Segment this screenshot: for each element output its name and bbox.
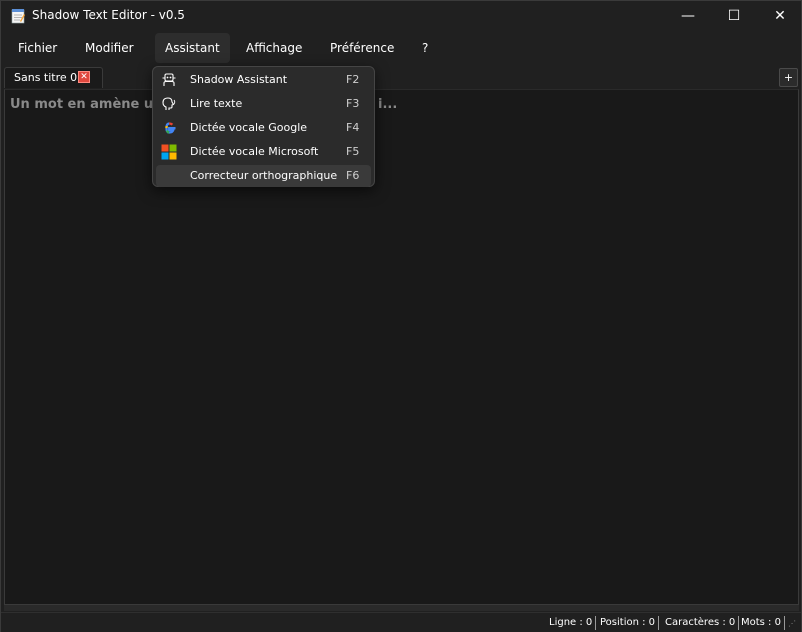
resize-grip-icon[interactable]: ⋰ <box>788 619 796 628</box>
assistant-dropdown-menu: Shadow Assistant F2 Lire texte F3 Dictée… <box>152 66 375 187</box>
menu-bar: Fichier Modifier Assistant Affichage Pré… <box>1 31 801 65</box>
status-characters: Caractères : 0 <box>665 616 740 630</box>
minimize-button[interactable]: — <box>665 1 711 31</box>
robot-icon <box>162 73 176 86</box>
microsoft-icon <box>161 144 177 160</box>
menu-item-shortcut: F5 <box>346 145 360 158</box>
editor-placeholder-tail: i... <box>378 97 398 112</box>
menu-fichier[interactable]: Fichier <box>8 33 67 63</box>
add-tab-button[interactable]: + <box>779 68 798 87</box>
menu-assistant[interactable]: Assistant <box>155 33 230 63</box>
speaking-head-icon <box>162 97 176 110</box>
status-position: Position : 0 <box>600 616 660 630</box>
status-words: Mots : 0 <box>741 616 785 630</box>
menu-help[interactable]: ? <box>412 33 438 63</box>
status-bar: Ligne : 0 Position : 0 Caractères : 0 Mo… <box>1 612 801 632</box>
menu-item-dictee-google[interactable]: Dictée vocale Google F4 <box>156 117 371 139</box>
notepad-icon <box>11 9 25 24</box>
menu-item-shadow-assistant[interactable]: Shadow Assistant F2 <box>156 69 371 91</box>
maximize-button[interactable]: ☐ <box>711 1 757 31</box>
menu-modifier[interactable]: Modifier <box>75 33 144 63</box>
status-line: Ligne : 0 <box>549 616 597 630</box>
menu-item-label: Dictée vocale Microsoft <box>190 145 319 158</box>
window-title: Shadow Text Editor - v0.5 <box>32 8 185 22</box>
menu-item-shortcut: F4 <box>346 121 360 134</box>
horizontal-scrollbar[interactable] <box>4 605 799 611</box>
menu-item-lire-texte[interactable]: Lire texte F3 <box>156 93 371 115</box>
menu-item-label: Dictée vocale Google <box>190 121 308 134</box>
tab-close-icon[interactable]: ✕ <box>78 71 90 83</box>
menu-item-dictee-microsoft[interactable]: Dictée vocale Microsoft F5 <box>156 141 371 163</box>
tab-label: Sans titre 0 <box>14 71 78 84</box>
editor-placeholder: Un mot en amène un <box>10 97 163 112</box>
tab-sans-titre-0[interactable]: Sans titre 0 ✕ <box>4 67 103 88</box>
menu-item-label: Lire texte <box>190 97 243 110</box>
menu-item-shortcut: F6 <box>346 169 360 182</box>
menu-item-shortcut: F3 <box>346 97 360 110</box>
menu-item-label: Shadow Assistant <box>190 73 288 86</box>
app-window: Shadow Text Editor - v0.5 — ☐ ✕ Fichier … <box>0 0 802 632</box>
menu-preference[interactable]: Préférence <box>320 33 404 63</box>
tab-bar: Sans titre 0 ✕ + <box>1 65 801 89</box>
menu-item-label: Correcteur orthographique <box>190 169 338 182</box>
menu-affichage[interactable]: Affichage <box>236 33 312 63</box>
title-bar[interactable]: Shadow Text Editor - v0.5 — ☐ ✕ <box>1 1 801 31</box>
menu-item-shortcut: F2 <box>346 73 360 86</box>
close-button[interactable]: ✕ <box>757 1 802 31</box>
menu-item-correcteur[interactable]: Correcteur orthographique F6 <box>156 165 371 187</box>
google-icon <box>165 122 176 134</box>
text-editor-area[interactable]: Un mot en amène un i... <box>4 89 799 605</box>
